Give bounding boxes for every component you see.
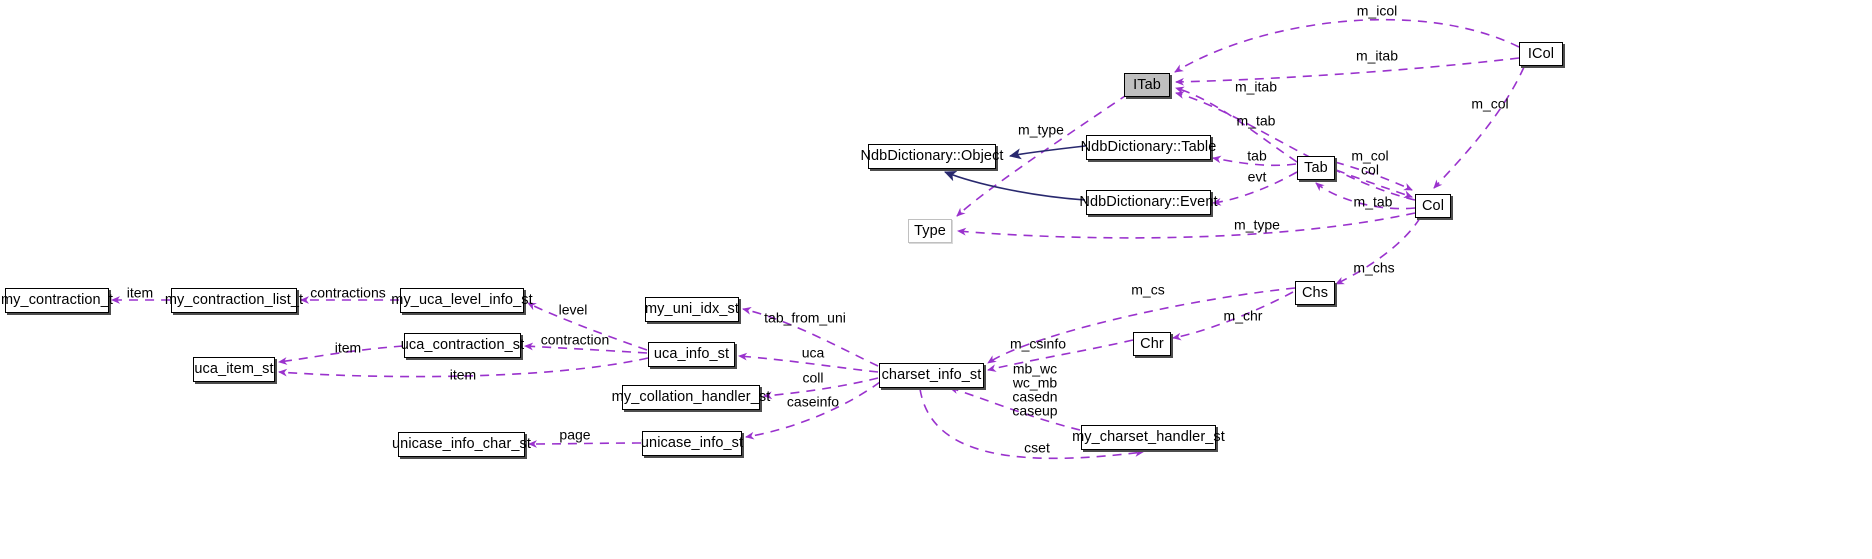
node-icol[interactable]: ICol	[1519, 42, 1563, 66]
node-label: Chs	[1301, 284, 1329, 301]
node-itab[interactable]: ITab	[1124, 73, 1170, 97]
edge-icol-to-col	[1433, 66, 1525, 189]
node-label: unicase_info_st	[640, 435, 744, 452]
node-label: Type	[914, 222, 946, 239]
node-label: my_contraction_t	[1, 292, 114, 309]
edge-tab-to-table	[1212, 155, 1297, 167]
node-ndbdictionary-object[interactable]: NdbDictionary::Object	[860, 144, 1003, 169]
node-uca-info-st[interactable]: uca_info_st	[648, 342, 735, 367]
node-label: ITab	[1133, 76, 1161, 93]
node-ndbdictionary-event[interactable]: NdbDictionary::Event	[1079, 190, 1218, 215]
node-label: charset_info_st	[881, 367, 982, 384]
node-label: uca_info_st	[653, 346, 730, 363]
node-label: my_contraction_list_t	[164, 292, 304, 309]
edge-charset-to-collation	[763, 377, 879, 400]
node-col[interactable]: Col	[1415, 194, 1451, 218]
node-type[interactable]: Type	[908, 219, 952, 243]
node-label: Chr	[1140, 335, 1164, 352]
node-chr[interactable]: Chr	[1133, 332, 1171, 356]
node-tab[interactable]: Tab	[1297, 156, 1335, 180]
edge-unicase-to-unicasechar	[528, 440, 642, 448]
node-unicase-info-st[interactable]: unicase_info_st	[640, 431, 744, 456]
node-label: my_uca_level_info_st	[391, 292, 533, 309]
uml-collaboration-diagram: ITab ICol NdbDictionary::Object NdbDicti…	[0, 0, 1872, 559]
node-label: my_collation_handler_st	[611, 389, 771, 406]
node-my-collation-handler-st[interactable]: my_collation_handler_st	[612, 385, 770, 410]
node-label: my_charset_handler_st	[1072, 429, 1225, 446]
node-uca-item-st[interactable]: uca_item_st	[193, 357, 275, 382]
node-charset-info-st[interactable]: charset_info_st	[879, 363, 984, 388]
node-uca-contraction-st[interactable]: uca_contraction_st	[401, 333, 524, 358]
node-label: uca_contraction_st	[400, 337, 525, 354]
edge-col-to-type	[957, 212, 1416, 239]
edge-ucainfo-to-ucacontraction	[524, 342, 648, 354]
edge-chs-to-chr	[1172, 291, 1294, 341]
node-ndbdictionary-table[interactable]: NdbDictionary::Table	[1081, 135, 1216, 160]
edge-table-inherits-object	[1009, 145, 1086, 160]
node-chs[interactable]: Chs	[1295, 281, 1335, 305]
edge-ucacontraction-to-ucaitem	[278, 345, 404, 365]
edge-chr-to-charset	[987, 339, 1134, 372]
node-label: NdbDictionary::Object	[860, 148, 1004, 165]
edge-layer	[111, 18, 1525, 460]
node-label: NdbDictionary::Event	[1079, 194, 1218, 211]
edge-tab-to-event	[1212, 171, 1298, 206]
usage-edges	[111, 18, 1525, 460]
node-label: Col	[1421, 197, 1445, 214]
node-my-charset-handler-st[interactable]: my_charset_handler_st	[1072, 425, 1225, 450]
node-label: Tab	[1304, 159, 1328, 176]
edge-charset-to-ucainfo	[738, 352, 879, 373]
node-label: my_uni_idx_st	[645, 301, 739, 318]
edge-ucainfo-to-ucaitem	[278, 357, 649, 378]
edge-ucainfo-to-ucalevel	[527, 302, 648, 351]
edge-icol-to-itab-2	[1175, 57, 1520, 86]
node-label: uca_item_st	[194, 361, 274, 378]
edge-event-inherits-object	[944, 170, 1086, 201]
edge-col-to-chs	[1335, 217, 1421, 285]
node-label: unicase_info_char_st	[391, 436, 532, 453]
node-label: ICol	[1527, 45, 1555, 62]
node-label: NdbDictionary::Table	[1080, 139, 1217, 156]
node-unicase-info-char-st[interactable]: unicase_info_char_st	[392, 432, 531, 457]
node-my-uca-level-info-st[interactable]: my_uca_level_info_st	[391, 288, 533, 313]
node-my-contraction-list-t[interactable]: my_contraction_list_t	[165, 288, 303, 313]
edge-col-to-tab	[1315, 182, 1416, 210]
edge-handler-to-charset	[949, 386, 1081, 431]
node-my-uni-idx-st[interactable]: my_uni_idx_st	[645, 297, 739, 322]
node-my-contraction-t[interactable]: my_contraction_t	[1, 288, 113, 313]
